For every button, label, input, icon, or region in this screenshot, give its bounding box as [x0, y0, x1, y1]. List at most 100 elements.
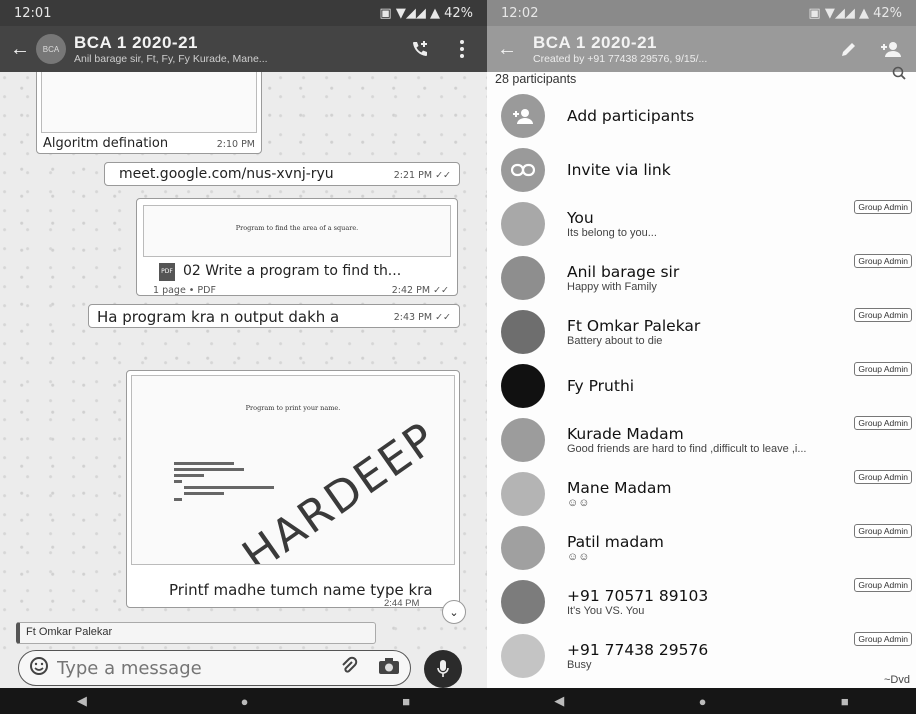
nav-back-icon[interactable]: ◀ — [77, 693, 87, 709]
group-admin-badge: Group Admin — [854, 308, 912, 322]
participant-status: Its belong to you... — [567, 227, 657, 239]
attach-icon[interactable] — [338, 656, 358, 681]
link-icon — [501, 148, 545, 192]
corner-text: ~Dvd — [884, 674, 910, 686]
mic-button[interactable] — [424, 650, 462, 688]
group-info-screen: 12:02 ▣ ▼◢◢ ▲ 42% ← BCA 1 2020-21 Create… — [487, 0, 916, 714]
text-message[interactable]: Ha program kra n output dakh a 2:43 PM ✓… — [88, 304, 460, 328]
message-input-container[interactable] — [18, 650, 411, 686]
camera-icon[interactable] — [378, 657, 400, 680]
pdf-icon: PDF — [159, 263, 175, 281]
participant-status: Busy — [567, 659, 592, 671]
image-caption-title: Program to print your name. — [245, 404, 341, 412]
nav-home-icon[interactable]: ● — [241, 694, 249, 709]
back-arrow-icon[interactable]: ← — [497, 38, 519, 61]
image-thumbnail[interactable]: Program to print your name. HARDEEP — [131, 375, 455, 565]
participant-row[interactable]: Anil barage sir Happy with Family Group A… — [487, 252, 916, 304]
participant-status: ☺☺ — [567, 551, 590, 563]
add-participant-icon[interactable] — [876, 34, 906, 64]
group-admin-badge: Group Admin — [854, 632, 912, 646]
group-members-subtitle: Anil barage sir, Ft, Fy, Fy Kurade, Mane… — [74, 53, 268, 65]
document-message[interactable]: Program to find the area of a square. PD… — [136, 198, 458, 296]
edit-icon[interactable] — [834, 34, 864, 64]
message-time: 2:10 PM — [216, 139, 255, 150]
add-participants-label: Add participants — [567, 107, 695, 125]
document-preview[interactable]: Program to find the area of a square. — [143, 205, 451, 257]
avatar — [501, 580, 545, 624]
participant-status: ☺☺ — [567, 497, 590, 509]
reply-author: Ft Omkar Palekar — [26, 626, 113, 638]
nav-recents-icon[interactable]: ■ — [402, 694, 410, 709]
avatar — [501, 202, 545, 246]
status-indicators: ▣ ▼◢◢ ▲ 42% — [808, 5, 902, 21]
participant-row[interactable]: Ft Omkar Palekar Battery about to die Gro… — [487, 306, 916, 358]
image-message[interactable]: Program to print your name. HARDEEP Prin… — [126, 370, 460, 608]
status-time: 12:02 — [501, 5, 539, 21]
chat-messages[interactable]: Algoritm defination 2:10 PM meet.google.… — [0, 72, 487, 650]
document-name: 02 Write a program to find th... — [183, 263, 402, 279]
chat-header-info[interactable]: BCA 1 2020-21 Anil barage sir, Ft, Fy, F… — [74, 33, 393, 65]
add-participants-row[interactable]: Add participants — [487, 90, 916, 142]
add-call-icon[interactable] — [405, 34, 435, 64]
message-time: 2:21 PM ✓✓ — [393, 170, 451, 181]
avatar — [501, 526, 545, 570]
message-time: 2:42 PM ✓✓ — [391, 285, 449, 296]
group-admin-badge: Group Admin — [854, 416, 912, 430]
invite-link-row[interactable]: Invite via link — [487, 144, 916, 196]
emoji-icon[interactable] — [29, 656, 49, 681]
nav-recents-icon[interactable]: ■ — [841, 694, 849, 709]
participant-row[interactable]: You Its belong to you... Group Admin — [487, 198, 916, 250]
participant-row[interactable]: +91 70571 89103 It's You VS. You Group Ad… — [487, 576, 916, 628]
code-lines — [174, 462, 274, 501]
message-input-bar — [0, 650, 487, 688]
mic-icon — [437, 660, 449, 677]
scroll-down-icon[interactable]: ⌄ — [442, 600, 466, 624]
message-time: 2:43 PM ✓✓ — [393, 312, 451, 323]
group-admin-badge: Group Admin — [854, 362, 912, 376]
group-created-by: Created by +91 77438 29576, 9/15/... — [533, 53, 708, 65]
participant-name: Fy Pruthi — [567, 377, 635, 395]
group-title: BCA 1 2020-21 — [533, 33, 657, 52]
message-input[interactable] — [57, 657, 338, 679]
reply-preview[interactable]: Ft Omkar Palekar — [16, 622, 376, 644]
participant-row[interactable]: Kurade Madam Good friends are hard to fin… — [487, 414, 916, 466]
avatar — [501, 418, 545, 462]
message-text: Printf madhe tumch name type kra — [169, 581, 433, 599]
add-participants-icon — [501, 94, 545, 138]
group-admin-badge: Group Admin — [854, 200, 912, 214]
image-message[interactable]: Algoritm defination 2:10 PM — [36, 72, 262, 154]
message-time: 2:44 PM — [384, 598, 420, 609]
group-avatar[interactable]: BCA — [36, 34, 66, 64]
nav-back-icon[interactable]: ◀ — [554, 693, 564, 709]
status-indicators: ▣ ▼◢◢ ▲ 42% — [379, 5, 473, 21]
participant-row[interactable]: Mane Madam ☺☺ Group Admin — [487, 468, 916, 520]
avatar — [501, 634, 545, 678]
chat-screen: 12:01 ▣ ▼◢◢ ▲ 42% ← BCA BCA 1 2020-21 An… — [0, 0, 487, 714]
status-bar: 12:01 ▣ ▼◢◢ ▲ 42% — [0, 0, 487, 26]
group-title: BCA 1 2020-21 — [74, 33, 198, 52]
participant-status: Battery about to die — [567, 335, 663, 347]
invite-link-label: Invite via link — [567, 161, 671, 179]
participant-row[interactable]: +91 77438 29576 Busy Group Admin — [487, 630, 916, 682]
message-link[interactable]: meet.google.com/nus-xvnj-ryu — [119, 166, 334, 182]
avatar — [501, 256, 545, 300]
back-arrow-icon[interactable]: ← — [10, 38, 32, 61]
message-text: Algoritm defination — [43, 136, 169, 151]
avatar — [501, 364, 545, 408]
status-time: 12:01 — [14, 5, 52, 21]
message-text: Ha program kra n output dakh a — [97, 308, 340, 326]
image-thumbnail[interactable] — [41, 72, 257, 133]
search-icon[interactable] — [892, 66, 906, 85]
more-options-icon[interactable] — [447, 34, 477, 64]
system-nav-bar: ◀ ● ■ — [487, 688, 916, 714]
participants-count: 28 participants — [495, 72, 577, 86]
participant-row[interactable]: Patil madam ☺☺ Group Admin — [487, 522, 916, 574]
participant-row[interactable]: Fy Pruthi Group Admin — [487, 360, 916, 412]
group-admin-badge: Group Admin — [854, 254, 912, 268]
system-nav-bar: ◀ ● ■ — [0, 688, 487, 714]
group-admin-badge: Group Admin — [854, 470, 912, 484]
battery-level: 42% — [444, 5, 473, 21]
link-message[interactable]: meet.google.com/nus-xvnj-ryu 2:21 PM ✓✓ — [104, 162, 460, 186]
nav-home-icon[interactable]: ● — [699, 694, 707, 709]
participant-status: Happy with Family — [567, 281, 657, 293]
